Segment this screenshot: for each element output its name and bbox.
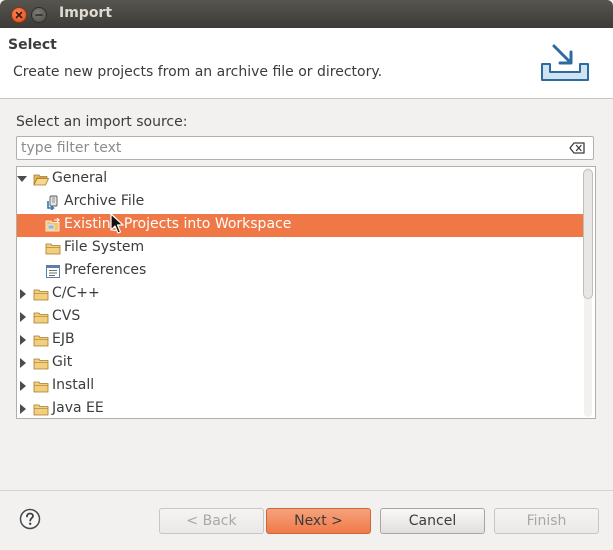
tree-item-general[interactable]: General [17,168,584,191]
chevron-down-icon[interactable] [17,174,27,184]
filter-input[interactable] [21,138,561,158]
tree-item-label: File System [64,239,145,255]
import-dialog: Import Select Create new projects from a… [0,0,613,550]
chevron-right-icon[interactable] [18,404,28,414]
tree-item-label: Git [52,354,73,370]
tree-item-archive-file[interactable]: Archive File [17,191,584,214]
tree-item-label: C/C++ [52,285,100,301]
chevron-right-icon[interactable] [18,289,28,299]
import-source-label: Select an import source: [16,114,188,130]
chevron-right-icon[interactable] [18,335,28,345]
cancel-button[interactable]: Cancel [380,508,485,534]
tree-item-java-ee[interactable]: Java EE [17,398,584,418]
tree-item-label: EJB [52,331,75,347]
tree-item-label: Install [52,377,95,393]
chevron-right-icon[interactable] [18,312,28,322]
back-button[interactable]: < Back [159,508,264,534]
existing-projects-icon [45,218,60,232]
folder-icon [33,289,49,301]
import-wizard-icon [541,44,589,81]
minimize-window-button[interactable] [31,7,47,23]
help-icon[interactable] [19,508,41,530]
chevron-right-icon[interactable] [18,381,28,391]
tree-scrollbar[interactable] [582,168,594,417]
tree-item-label: General [52,170,108,186]
tree-item-preferences[interactable]: Preferences [17,260,584,283]
folder-icon [33,381,49,393]
footer-separator [0,490,613,491]
tree-item-label: Archive File [64,193,145,209]
wizard-header: Select Create new projects from an archi… [0,28,613,99]
tree-item-git[interactable]: Git [17,352,584,375]
archive-file-icon [47,195,58,210]
tree-item-label: Preferences [64,262,147,278]
chevron-right-icon[interactable] [18,358,28,368]
tree-item-label: CVS [52,308,81,324]
next-button[interactable]: Next > [266,508,371,534]
filter-field [16,136,594,160]
tree-item-label: Existing Projects into Workspace [64,216,292,232]
tree-item-install[interactable]: Install [17,375,584,398]
tree-item-existing-projects[interactable]: Existing Projects into Workspace [17,214,584,237]
tree-item-cvs[interactable]: CVS [17,306,584,329]
tree-item-label: Java EE [52,400,104,416]
folder-icon [45,243,61,255]
page-description: Create new projects from an archive file… [13,64,383,80]
folder-icon [33,358,49,370]
minimize-icon [35,14,43,16]
folder-icon [33,404,49,416]
folder-open-icon [33,174,49,186]
clear-filter-icon[interactable] [569,142,585,154]
window-title: Import [59,5,113,21]
close-window-button[interactable] [11,7,27,23]
tree-item-file-system[interactable]: File System [17,237,584,260]
folder-icon [33,335,49,347]
close-icon [15,11,23,19]
mouse-cursor-icon [110,213,124,234]
tree-item-c-cpp[interactable]: C/C++ [17,283,584,306]
finish-button[interactable]: Finish [494,508,599,534]
folder-icon [33,312,49,324]
title-bar: Import [0,0,613,28]
tree-item-ejb[interactable]: EJB [17,329,584,352]
scrollbar-thumb[interactable] [583,169,593,299]
import-source-tree[interactable]: General Archive File Existing Projects i… [16,166,596,419]
preferences-icon [46,265,60,278]
page-title: Select [8,37,57,53]
